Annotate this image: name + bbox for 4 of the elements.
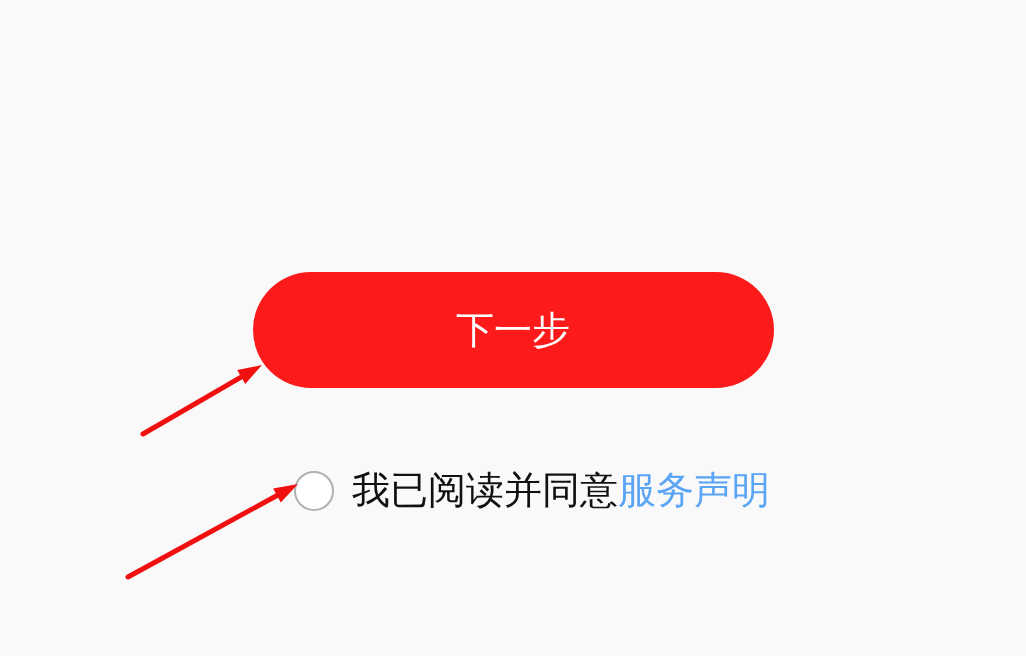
next-button[interactable]: 下一步 xyxy=(252,272,774,388)
service-statement-link[interactable]: 服务声明 xyxy=(618,468,770,512)
agreement-text: 我已阅读并同意服务声明 xyxy=(352,468,770,514)
agreement-checkbox[interactable] xyxy=(294,470,334,511)
